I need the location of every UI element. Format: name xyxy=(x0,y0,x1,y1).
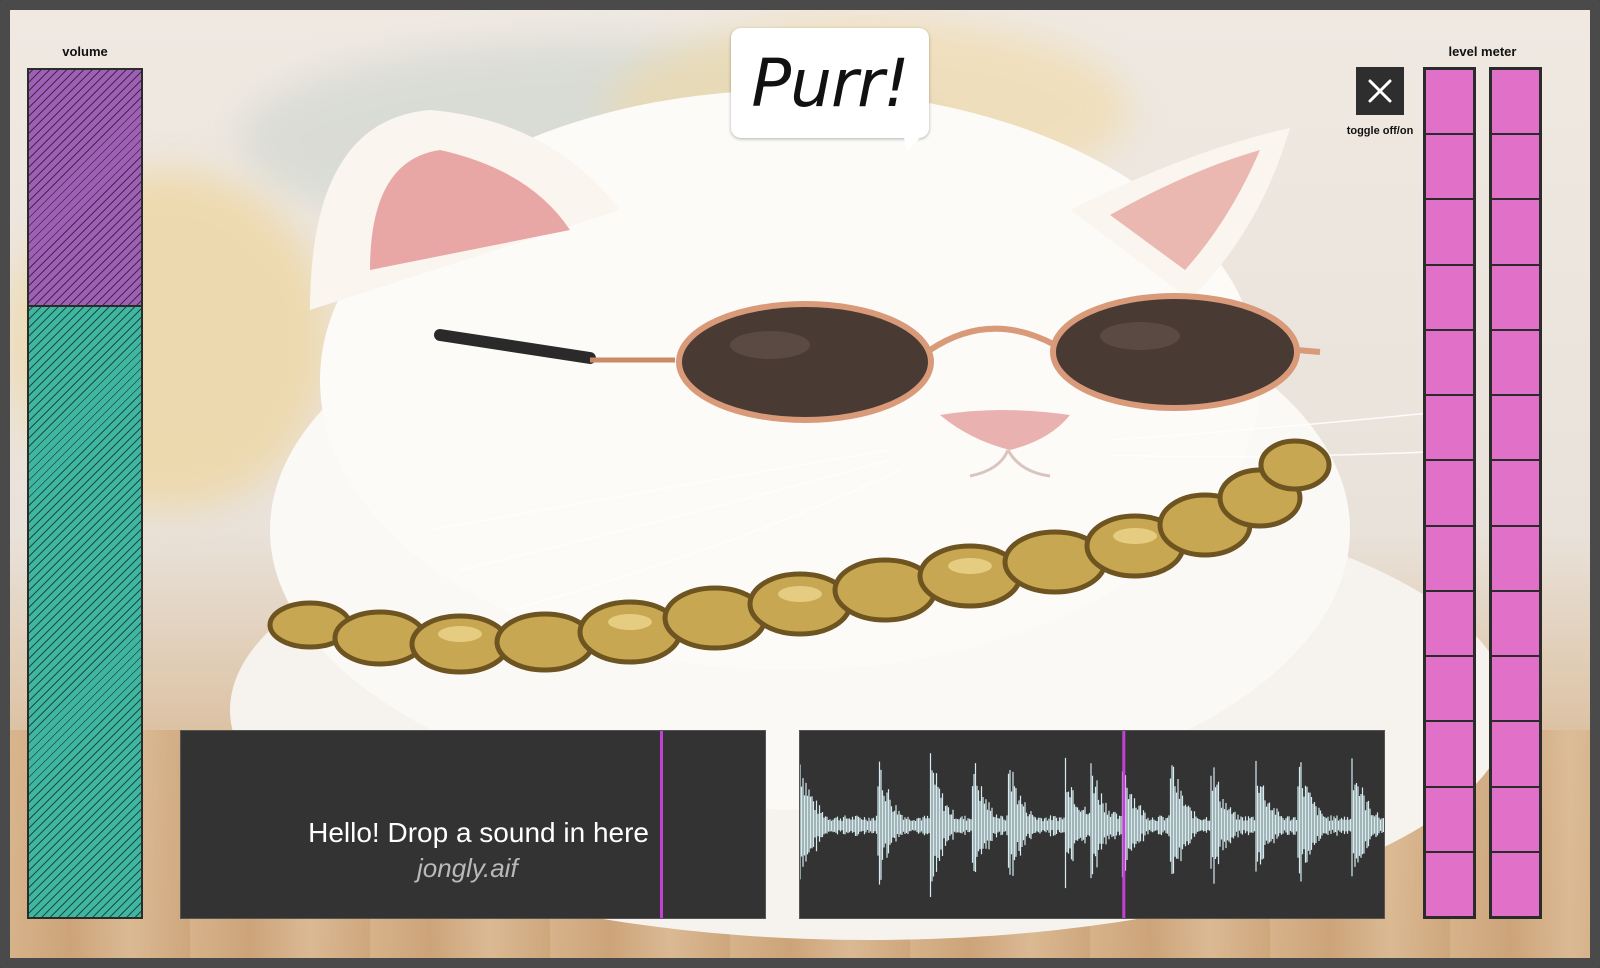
waveform-display[interactable] xyxy=(799,730,1385,919)
sound-drop-zone[interactable]: Hello! Drop a sound in here jongly.aif xyxy=(180,730,766,919)
level-meter-segment xyxy=(1426,70,1473,134)
level-meter-segment xyxy=(1492,657,1539,721)
waveform-plot xyxy=(800,731,1384,918)
drop-zone-playhead xyxy=(659,731,663,918)
drop-zone-filename: jongly.aif xyxy=(417,853,518,883)
volume-slider-track xyxy=(29,70,141,308)
toggle-button[interactable] xyxy=(1356,67,1404,115)
level-meter-segment xyxy=(1426,135,1473,199)
level-meter-segment xyxy=(1492,135,1539,199)
level-meter-segment xyxy=(1492,722,1539,786)
level-meter-segment xyxy=(1492,787,1539,851)
toggle-label: toggle off/on xyxy=(1346,125,1414,137)
level-meter-segment xyxy=(1492,461,1539,525)
level-meter-segment xyxy=(1492,852,1539,917)
level-meter-segment xyxy=(1492,591,1539,656)
drop-zone-title: Hello! Drop a sound in here xyxy=(308,817,649,848)
level-meter-segment xyxy=(1492,526,1539,590)
level-meter-segment xyxy=(1492,70,1539,134)
level-meter-segment xyxy=(1426,787,1473,851)
level-meter-left xyxy=(1423,67,1476,919)
level-meter-segment xyxy=(1492,396,1539,460)
level-meter-segment xyxy=(1426,330,1473,395)
level-meter-segment xyxy=(1426,591,1473,656)
level-meter-segment xyxy=(1492,330,1539,395)
level-meter-segment xyxy=(1426,657,1473,721)
level-meter-right xyxy=(1489,67,1542,919)
stage: volume Purr! toggle off/on level meter H… xyxy=(10,10,1590,958)
speech-bubble-text: Purr! xyxy=(751,44,909,122)
level-meter-segment xyxy=(1426,265,1473,329)
level-meter-segment xyxy=(1426,200,1473,264)
level-meter-segment xyxy=(1426,852,1473,917)
app-window: volume Purr! toggle off/on level meter H… xyxy=(0,0,1600,968)
level-meter-segment xyxy=(1492,265,1539,329)
close-icon xyxy=(1368,79,1392,103)
level-meter-segment xyxy=(1426,722,1473,786)
level-meter-label: level meter xyxy=(1448,44,1517,59)
level-meter-segment xyxy=(1426,461,1473,525)
level-meter-segment xyxy=(1426,526,1473,590)
waveform-playhead xyxy=(1122,731,1126,918)
volume-slider-fill xyxy=(29,305,141,917)
speech-bubble: Purr! xyxy=(731,28,929,138)
waveform-trace xyxy=(800,753,1384,897)
volume-slider[interactable] xyxy=(27,68,143,919)
level-meter-segment xyxy=(1492,200,1539,264)
level-meter-segment xyxy=(1426,396,1473,460)
volume-label: volume xyxy=(62,44,108,59)
